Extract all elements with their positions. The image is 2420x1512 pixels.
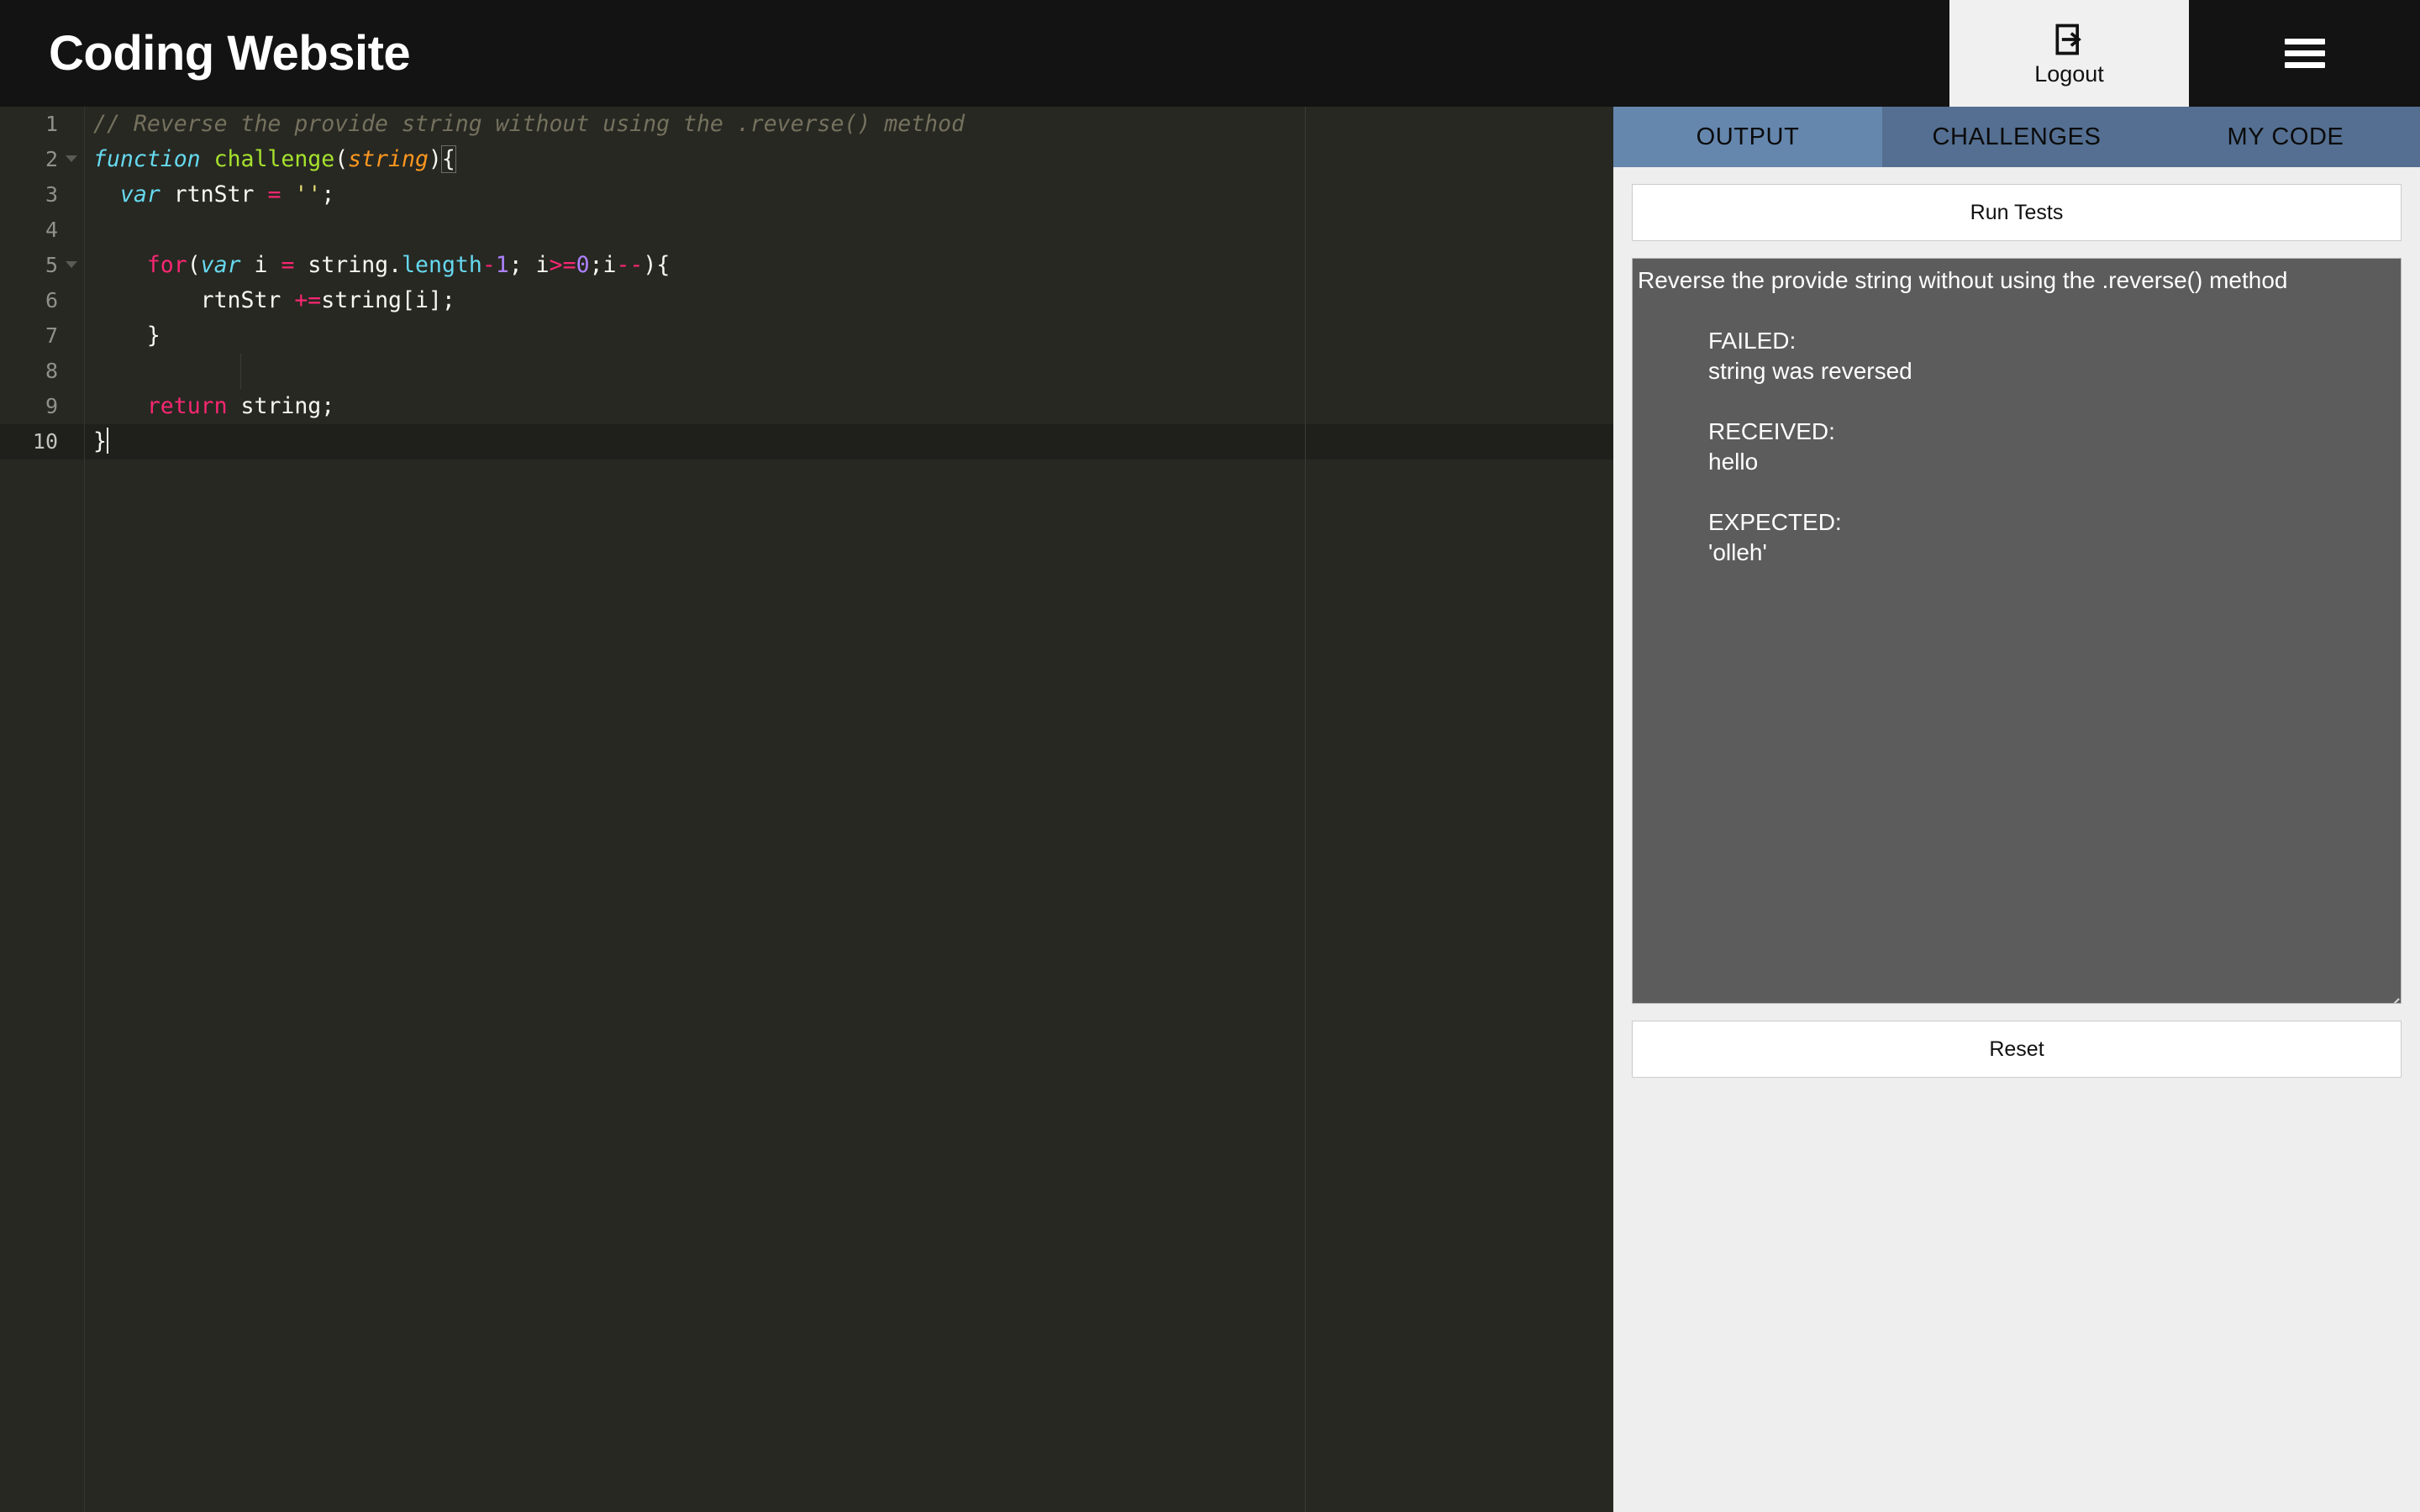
output-challenge-title: Reverse the provide string without using… — [1638, 267, 2288, 293]
code-token-operator: - — [482, 252, 496, 278]
code-token-operator: += — [294, 287, 321, 313]
side-panel: OUTPUT CHALLENGES MY CODE Run Tests Reve… — [1613, 107, 2420, 1512]
code-token-identifier: string[i]; — [321, 287, 455, 313]
output-received-value: hello — [1638, 447, 2396, 477]
gutter-line-number-text: 5 — [45, 253, 58, 277]
code-token-paren: ( — [334, 146, 348, 172]
gutter-line-number-text: 2 — [45, 147, 58, 171]
code-token-identifier: string. — [308, 252, 402, 278]
code-line: function challenge(string){ — [85, 142, 1613, 177]
text-cursor — [107, 428, 108, 454]
gutter-line-number: 9 — [0, 389, 84, 424]
output-received-label: RECEIVED: — [1638, 417, 2396, 447]
hamburger-menu-icon — [2285, 33, 2325, 74]
code-token-space — [201, 146, 214, 172]
gutter-line-number: 5 — [0, 248, 84, 283]
code-token-keyword: return — [147, 393, 228, 419]
output-spacer — [1638, 386, 2396, 417]
app-header: Coding Website Logout — [0, 0, 2420, 107]
code-token-property: length — [402, 252, 482, 278]
code-token-operator: >= — [550, 252, 576, 278]
gutter-line-number: 3 — [0, 177, 84, 213]
code-token-paren: ( — [187, 252, 201, 278]
code-fold-icon[interactable] — [66, 261, 77, 268]
code-token-number: 1 — [496, 252, 509, 278]
code-token-number: 0 — [576, 252, 590, 278]
gutter-line-number: 4 — [0, 213, 84, 248]
code-line — [85, 213, 1613, 248]
code-token-identifier: i — [603, 252, 617, 278]
indent-guide — [240, 354, 241, 389]
code-token-parameter: string — [348, 146, 429, 172]
code-line: } — [85, 318, 1613, 354]
code-editor[interactable]: 1 2 3 4 5 6 7 8 9 10 // Reverse the prov… — [0, 107, 1613, 1512]
code-line: for(var i = string.length-1; i>=0;i--){ — [85, 248, 1613, 283]
reset-button[interactable]: Reset — [1632, 1021, 2402, 1078]
code-content[interactable]: // Reverse the provide string without us… — [85, 107, 1613, 1512]
code-line: var rtnStr = ''; — [85, 177, 1613, 213]
code-token-keyword: for — [147, 252, 187, 278]
code-token-keyword: function — [93, 146, 201, 172]
tab-challenges[interactable]: CHALLENGES — [1882, 107, 2151, 167]
code-token-paren: ) — [429, 146, 442, 172]
brand: Coding Website — [0, 0, 1949, 107]
code-token-function-name: challenge — [214, 146, 335, 172]
code-token-punct: ; — [590, 252, 603, 278]
code-token-identifier: i — [255, 252, 268, 278]
code-token-keyword: var — [201, 252, 241, 278]
code-token-operator: = — [281, 252, 294, 278]
code-token-punct: ; — [509, 252, 536, 278]
tab-output[interactable]: OUTPUT — [1613, 107, 1882, 167]
editor-gutter: 1 2 3 4 5 6 7 8 9 10 — [0, 107, 85, 1512]
code-fold-icon[interactable] — [66, 155, 77, 162]
output-status-message: string was reversed — [1638, 356, 2396, 386]
gutter-line-number: 1 — [0, 107, 84, 142]
code-token-keyword: var — [120, 181, 160, 207]
logout-button[interactable]: Logout — [1949, 0, 2189, 107]
tab-my-code[interactable]: MY CODE — [2151, 107, 2420, 167]
code-token-brace: } — [93, 428, 107, 454]
code-line: // Reverse the provide string without us… — [85, 107, 1613, 142]
code-token-punct: ; — [321, 393, 334, 419]
code-token-brace: { — [442, 146, 455, 172]
panel-tabs: OUTPUT CHALLENGES MY CODE — [1613, 107, 2420, 167]
reset-button-wrapper: Reset — [1632, 1021, 2402, 1078]
gutter-line-number: 2 — [0, 142, 84, 177]
code-line: return string; — [85, 389, 1613, 424]
code-token-operator: = — [267, 181, 281, 207]
code-token-brace: } — [147, 323, 160, 349]
code-token-punct: ; — [321, 181, 334, 207]
output-status-label: FAILED: — [1638, 326, 2396, 356]
logout-icon — [2051, 21, 2088, 58]
hamburger-menu-button[interactable] — [2189, 0, 2420, 107]
output-expected-label: EXPECTED: — [1638, 507, 2396, 538]
output-expected-value: 'olleh' — [1638, 538, 2396, 568]
print-margin-guide — [1305, 107, 1306, 1512]
code-token-identifier: rtnStr — [201, 287, 281, 313]
run-tests-button[interactable]: Run Tests — [1632, 184, 2402, 241]
gutter-line-number: 8 — [0, 354, 84, 389]
code-token-identifier: rtnStr — [174, 181, 255, 207]
code-token-paren: ){ — [643, 252, 670, 278]
gutter-line-number-active: 10 — [0, 424, 84, 459]
test-output-box[interactable]: Reverse the provide string without using… — [1632, 258, 2402, 1004]
code-token-operator: -- — [616, 252, 643, 278]
code-line-active: } — [85, 424, 1613, 459]
code-line — [85, 354, 1613, 389]
code-token-comment: // Reverse the provide string without us… — [93, 111, 965, 137]
code-line: rtnStr +=string[i]; — [85, 283, 1613, 318]
output-spacer — [1638, 296, 2396, 326]
code-token-identifier: string — [241, 393, 322, 419]
output-spacer — [1638, 477, 2396, 507]
logout-label: Logout — [2034, 63, 2104, 86]
gutter-line-number: 6 — [0, 283, 84, 318]
gutter-line-number: 7 — [0, 318, 84, 354]
page-title: Coding Website — [49, 29, 410, 78]
panel-body: Run Tests Reverse the provide string wit… — [1613, 167, 2420, 1078]
textarea-resize-handle[interactable] — [2377, 979, 2399, 1001]
code-token-string: '' — [294, 181, 321, 207]
code-token-identifier: i — [536, 252, 550, 278]
